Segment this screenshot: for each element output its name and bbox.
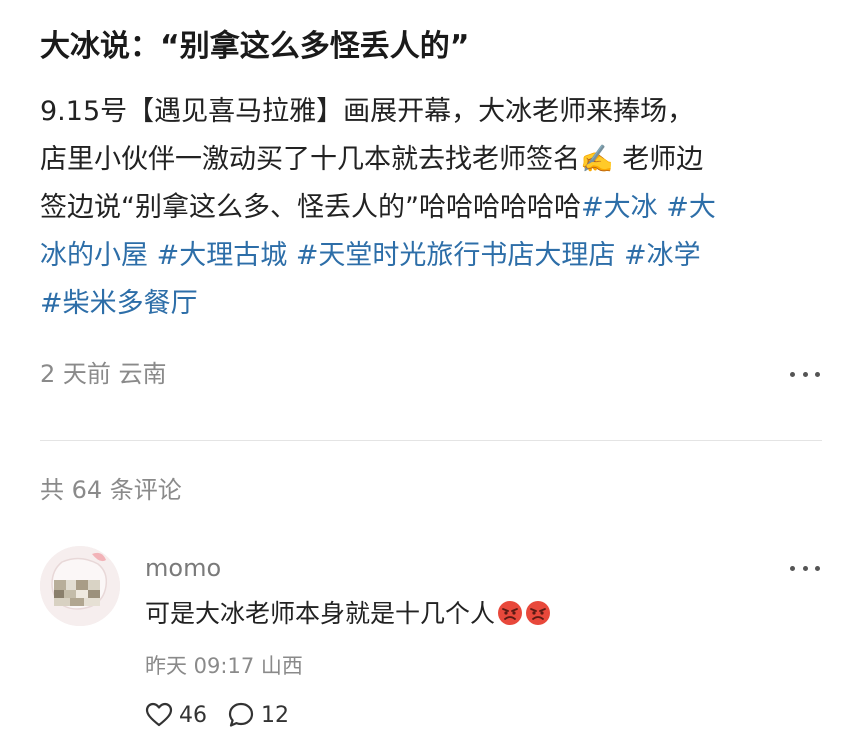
avatar-image: [40, 546, 120, 626]
post-body-line: #柴米多餐厅: [40, 280, 820, 328]
heart-icon: [145, 702, 173, 727]
angry-face-icon: [526, 601, 551, 625]
post-body-text: [287, 240, 296, 271]
comment-bubble-icon: [228, 702, 254, 727]
comment-count: 共 64 条评论: [40, 476, 182, 504]
hashtag-link[interactable]: #冰学: [624, 240, 701, 271]
comment-text: 可是大冰老师本身就是十几个人: [145, 594, 551, 634]
post-body-text: 签边说“别拿这么多、怪丢人的”哈哈哈哈哈哈: [40, 192, 581, 223]
post-title: 大冰说：“别拿这么多怪丢人的”: [40, 29, 470, 64]
reply-button[interactable]: 12: [227, 701, 289, 729]
post-body-text: 9.15号【遇见喜马拉雅】画展开幕，大冰老师来捧场，: [40, 96, 695, 127]
hashtag-link[interactable]: #大冰: [581, 192, 658, 223]
avatar[interactable]: [40, 546, 120, 626]
comment-meta: 昨天 09:17 山西: [145, 654, 303, 678]
like-count: 46: [179, 702, 207, 728]
post-body-text: [658, 192, 667, 223]
post-body-line: 店里小伙伴一激动买了十几本就去找老师签名✍️ 老师边: [40, 136, 820, 184]
post-body-text: 店里小伙伴一激动买了十几本就去找老师签名✍️ 老师边: [40, 144, 704, 175]
angry-face-icon: [498, 601, 523, 625]
comment-text-content: 可是大冰老师本身就是十几个人: [145, 599, 496, 628]
hashtag-link[interactable]: #天堂时光旅行书店大理店: [296, 240, 616, 271]
hashtag-link[interactable]: #大理古城: [157, 240, 288, 271]
hashtag-link[interactable]: #柴米多餐厅: [40, 288, 198, 319]
post-body-text: [148, 240, 157, 271]
post-body-line: 签边说“别拿这么多、怪丢人的”哈哈哈哈哈哈#大冰 #大: [40, 184, 820, 232]
post-body-line: 冰的小屋 #大理古城 #天堂时光旅行书店大理店 #冰学: [40, 232, 820, 280]
reply-count: 12: [261, 702, 289, 728]
post-body-text: [615, 240, 624, 271]
comment-more-icon[interactable]: [790, 563, 820, 573]
comment-username[interactable]: momo: [145, 552, 221, 584]
post-meta: 2 天前 云南: [40, 360, 167, 388]
hashtag-link[interactable]: 冰的小屋: [40, 240, 148, 271]
comment-actions: 46 12: [145, 698, 309, 732]
post-more-icon[interactable]: [790, 369, 820, 379]
hashtag-link[interactable]: #大: [666, 192, 716, 223]
like-button[interactable]: 46: [145, 702, 207, 728]
post-body-line: 9.15号【遇见喜马拉雅】画展开幕，大冰老师来捧场，: [40, 88, 820, 136]
divider: [40, 440, 822, 441]
post-body: 9.15号【遇见喜马拉雅】画展开幕，大冰老师来捧场， 店里小伙伴一激动买了十几本就…: [40, 88, 820, 328]
